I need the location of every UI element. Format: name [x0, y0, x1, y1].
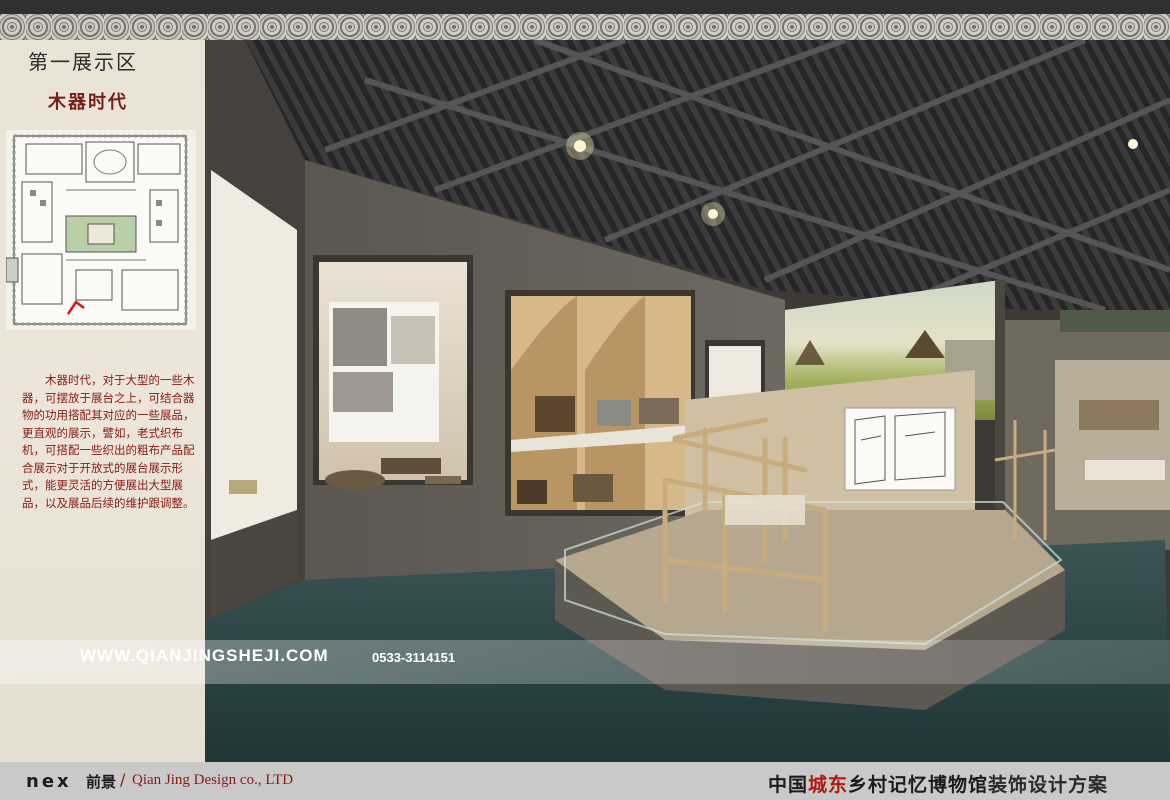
zone-description: 木器时代，对于大型的一些木器，可摆放于展台之上，可结合器物的功用搭配其对应的一些… — [22, 373, 195, 510]
zone-subtitle: 木器时代 — [48, 92, 128, 113]
project-suffix: 装饰设计方案 — [988, 774, 1109, 796]
company-logo-cn: 前景 — [86, 773, 117, 791]
top-strip — [0, 0, 1170, 14]
project-highlight: 城东 — [808, 774, 849, 796]
watermark-phone: 0533-3114151 — [372, 650, 456, 665]
zone-title: 第一展示区 — [28, 50, 138, 74]
presentation-board: 第一展示区 木器时代 木器时代，对于大型的一些木器，可摆放于展台之上，可结合器物… — [0, 0, 1170, 800]
decorative-pattern-band — [0, 14, 1170, 40]
company-logo: nex — [26, 771, 72, 792]
project-prefix: 中国 — [768, 774, 809, 796]
watermark-url: WWW.QIANJINGSHEJI.COM — [80, 646, 329, 665]
floor-plan-image — [6, 130, 196, 330]
project-name: 乡村记忆博物馆 — [848, 774, 989, 796]
project-title: 中国城东乡村记忆博物馆装饰设计方案 — [768, 770, 1108, 797]
footer-separator: / — [120, 770, 126, 789]
company-name-en: Qian Jing Design co., LTD — [132, 772, 294, 788]
